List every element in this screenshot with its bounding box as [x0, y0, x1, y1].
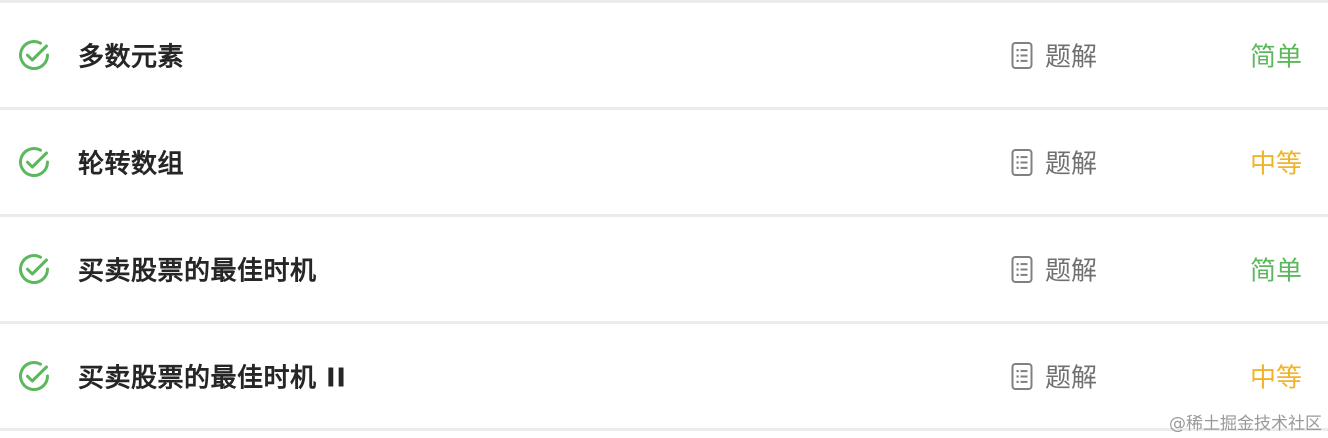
- check-circle-icon: [19, 254, 49, 285]
- check-circle-icon: [19, 147, 49, 178]
- solution-link[interactable]: 题解: [1011, 251, 1097, 288]
- problem-row[interactable]: 轮转数组 题解 中等: [0, 110, 1328, 214]
- problem-title[interactable]: 多数元素: [78, 37, 184, 74]
- document-icon: [1011, 255, 1033, 283]
- solution-link[interactable]: 题解: [1011, 358, 1097, 395]
- watermark: @稀土掘金技术社区: [1169, 414, 1322, 434]
- check-circle-icon: [19, 361, 49, 392]
- document-icon: [1011, 41, 1033, 69]
- solution-link[interactable]: 题解: [1011, 144, 1097, 181]
- problem-row[interactable]: 买卖股票的最佳时机 题解 简单: [0, 217, 1328, 321]
- problem-list: 多数元素 题解 简单 轮转数组 题解 中等 买卖股票的最佳时机 题解 简单 买卖…: [0, 0, 1328, 431]
- difficulty-badge: 简单: [1249, 42, 1302, 73]
- solution-label: 题解: [1045, 149, 1098, 180]
- solution-label: 题解: [1045, 256, 1098, 287]
- difficulty-badge: 中等: [1249, 149, 1302, 180]
- divider: [0, 428, 1328, 431]
- problem-title[interactable]: 轮转数组: [78, 144, 184, 181]
- solution-label: 题解: [1045, 363, 1098, 394]
- difficulty-badge: 简单: [1249, 256, 1302, 287]
- difficulty-badge: 中等: [1249, 363, 1302, 394]
- solution-label: 题解: [1045, 42, 1098, 73]
- document-icon: [1011, 362, 1033, 390]
- problem-row[interactable]: 多数元素 题解 简单: [0, 3, 1328, 107]
- problem-row[interactable]: 买卖股票的最佳时机 II 题解 中等: [0, 324, 1328, 428]
- problem-title[interactable]: 买卖股票的最佳时机 II: [78, 358, 346, 395]
- check-circle-icon: [19, 40, 49, 71]
- problem-title[interactable]: 买卖股票的最佳时机: [78, 251, 317, 288]
- solution-link[interactable]: 题解: [1011, 37, 1097, 74]
- document-icon: [1011, 148, 1033, 176]
